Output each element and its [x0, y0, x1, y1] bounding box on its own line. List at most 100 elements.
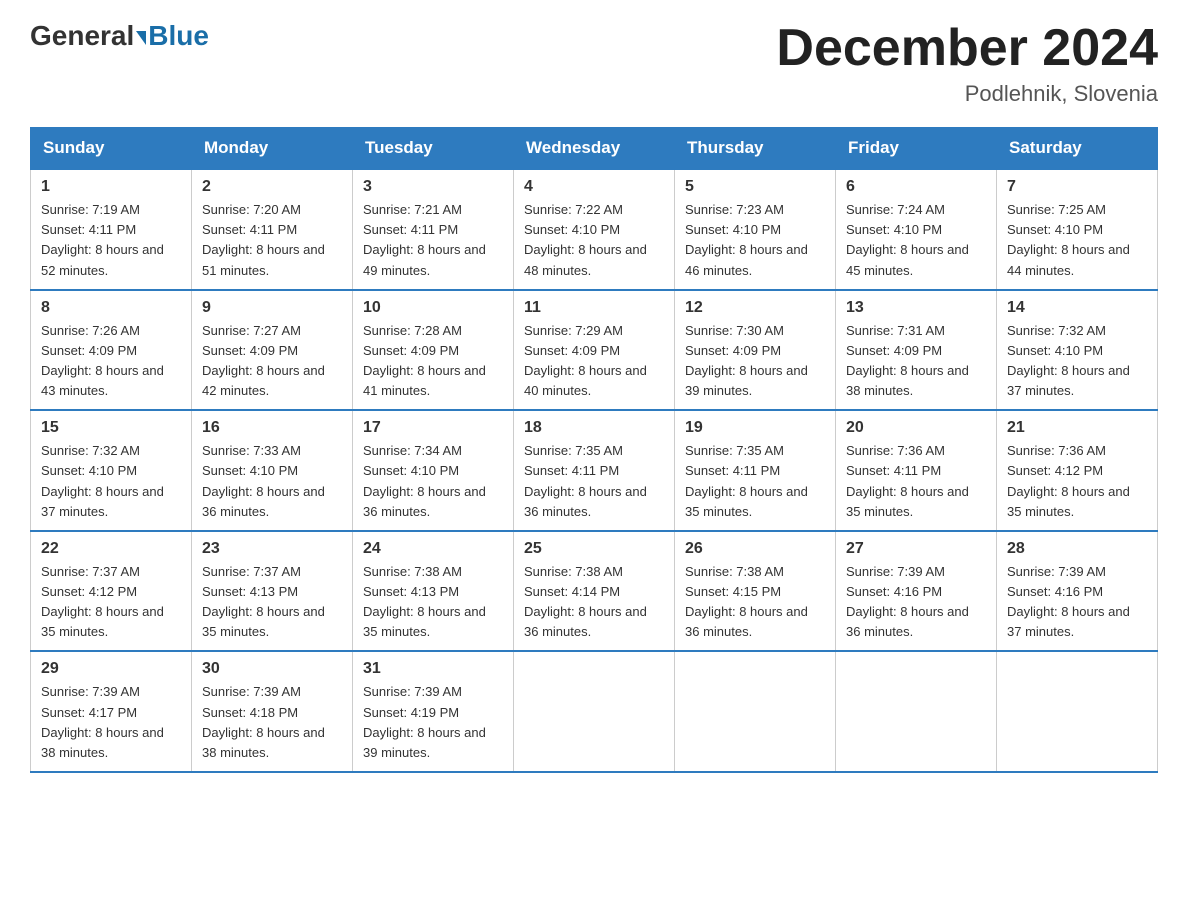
calendar-week-row: 22 Sunrise: 7:37 AM Sunset: 4:12 PM Dayl…: [31, 531, 1158, 652]
table-row: 16 Sunrise: 7:33 AM Sunset: 4:10 PM Dayl…: [192, 410, 353, 531]
table-row: 21 Sunrise: 7:36 AM Sunset: 4:12 PM Dayl…: [997, 410, 1158, 531]
day-info: Sunrise: 7:39 AM Sunset: 4:16 PM Dayligh…: [846, 562, 986, 643]
table-row: 27 Sunrise: 7:39 AM Sunset: 4:16 PM Dayl…: [836, 531, 997, 652]
table-row: 6 Sunrise: 7:24 AM Sunset: 4:10 PM Dayli…: [836, 169, 997, 290]
table-row: 24 Sunrise: 7:38 AM Sunset: 4:13 PM Dayl…: [353, 531, 514, 652]
day-info: Sunrise: 7:21 AM Sunset: 4:11 PM Dayligh…: [363, 200, 503, 281]
day-info: Sunrise: 7:19 AM Sunset: 4:11 PM Dayligh…: [41, 200, 181, 281]
col-wednesday: Wednesday: [514, 128, 675, 170]
logo-blue-text: Blue: [148, 20, 209, 52]
day-number: 3: [363, 178, 503, 196]
day-number: 23: [202, 540, 342, 558]
day-info: Sunrise: 7:36 AM Sunset: 4:12 PM Dayligh…: [1007, 441, 1147, 522]
logo: General Blue: [30, 20, 209, 52]
day-number: 31: [363, 660, 503, 678]
day-info: Sunrise: 7:35 AM Sunset: 4:11 PM Dayligh…: [524, 441, 664, 522]
table-row: 22 Sunrise: 7:37 AM Sunset: 4:12 PM Dayl…: [31, 531, 192, 652]
table-row: 10 Sunrise: 7:28 AM Sunset: 4:09 PM Dayl…: [353, 290, 514, 411]
day-info: Sunrise: 7:32 AM Sunset: 4:10 PM Dayligh…: [41, 441, 181, 522]
day-number: 9: [202, 299, 342, 317]
day-info: Sunrise: 7:37 AM Sunset: 4:12 PM Dayligh…: [41, 562, 181, 643]
table-row: 19 Sunrise: 7:35 AM Sunset: 4:11 PM Dayl…: [675, 410, 836, 531]
table-row: 18 Sunrise: 7:35 AM Sunset: 4:11 PM Dayl…: [514, 410, 675, 531]
table-row: [836, 651, 997, 772]
day-number: 21: [1007, 419, 1147, 437]
table-row: 30 Sunrise: 7:39 AM Sunset: 4:18 PM Dayl…: [192, 651, 353, 772]
day-number: 10: [363, 299, 503, 317]
day-info: Sunrise: 7:28 AM Sunset: 4:09 PM Dayligh…: [363, 321, 503, 402]
day-number: 11: [524, 299, 664, 317]
col-saturday: Saturday: [997, 128, 1158, 170]
col-monday: Monday: [192, 128, 353, 170]
day-number: 28: [1007, 540, 1147, 558]
day-number: 30: [202, 660, 342, 678]
day-number: 12: [685, 299, 825, 317]
col-sunday: Sunday: [31, 128, 192, 170]
day-number: 8: [41, 299, 181, 317]
table-row: 17 Sunrise: 7:34 AM Sunset: 4:10 PM Dayl…: [353, 410, 514, 531]
day-info: Sunrise: 7:39 AM Sunset: 4:16 PM Dayligh…: [1007, 562, 1147, 643]
day-info: Sunrise: 7:20 AM Sunset: 4:11 PM Dayligh…: [202, 200, 342, 281]
table-row: 28 Sunrise: 7:39 AM Sunset: 4:16 PM Dayl…: [997, 531, 1158, 652]
table-row: 2 Sunrise: 7:20 AM Sunset: 4:11 PM Dayli…: [192, 169, 353, 290]
day-number: 15: [41, 419, 181, 437]
day-info: Sunrise: 7:31 AM Sunset: 4:09 PM Dayligh…: [846, 321, 986, 402]
table-row: 1 Sunrise: 7:19 AM Sunset: 4:11 PM Dayli…: [31, 169, 192, 290]
table-row: [675, 651, 836, 772]
day-number: 16: [202, 419, 342, 437]
day-info: Sunrise: 7:39 AM Sunset: 4:19 PM Dayligh…: [363, 682, 503, 763]
title-area: December 2024 Podlehnik, Slovenia: [776, 20, 1158, 107]
day-number: 27: [846, 540, 986, 558]
day-number: 4: [524, 178, 664, 196]
day-info: Sunrise: 7:27 AM Sunset: 4:09 PM Dayligh…: [202, 321, 342, 402]
col-thursday: Thursday: [675, 128, 836, 170]
calendar-week-row: 8 Sunrise: 7:26 AM Sunset: 4:09 PM Dayli…: [31, 290, 1158, 411]
day-info: Sunrise: 7:33 AM Sunset: 4:10 PM Dayligh…: [202, 441, 342, 522]
day-number: 26: [685, 540, 825, 558]
day-info: Sunrise: 7:38 AM Sunset: 4:14 PM Dayligh…: [524, 562, 664, 643]
day-number: 1: [41, 178, 181, 196]
day-info: Sunrise: 7:38 AM Sunset: 4:13 PM Dayligh…: [363, 562, 503, 643]
day-info: Sunrise: 7:23 AM Sunset: 4:10 PM Dayligh…: [685, 200, 825, 281]
page-header: General Blue December 2024 Podlehnik, Sl…: [30, 20, 1158, 107]
calendar-header-row: Sunday Monday Tuesday Wednesday Thursday…: [31, 128, 1158, 170]
col-tuesday: Tuesday: [353, 128, 514, 170]
location-label: Podlehnik, Slovenia: [776, 81, 1158, 107]
day-info: Sunrise: 7:24 AM Sunset: 4:10 PM Dayligh…: [846, 200, 986, 281]
day-info: Sunrise: 7:39 AM Sunset: 4:17 PM Dayligh…: [41, 682, 181, 763]
table-row: 31 Sunrise: 7:39 AM Sunset: 4:19 PM Dayl…: [353, 651, 514, 772]
day-info: Sunrise: 7:34 AM Sunset: 4:10 PM Dayligh…: [363, 441, 503, 522]
day-number: 24: [363, 540, 503, 558]
day-number: 5: [685, 178, 825, 196]
table-row: 26 Sunrise: 7:38 AM Sunset: 4:15 PM Dayl…: [675, 531, 836, 652]
table-row: 3 Sunrise: 7:21 AM Sunset: 4:11 PM Dayli…: [353, 169, 514, 290]
day-info: Sunrise: 7:38 AM Sunset: 4:15 PM Dayligh…: [685, 562, 825, 643]
day-info: Sunrise: 7:32 AM Sunset: 4:10 PM Dayligh…: [1007, 321, 1147, 402]
table-row: 5 Sunrise: 7:23 AM Sunset: 4:10 PM Dayli…: [675, 169, 836, 290]
table-row: 15 Sunrise: 7:32 AM Sunset: 4:10 PM Dayl…: [31, 410, 192, 531]
table-row: 14 Sunrise: 7:32 AM Sunset: 4:10 PM Dayl…: [997, 290, 1158, 411]
day-number: 29: [41, 660, 181, 678]
table-row: 8 Sunrise: 7:26 AM Sunset: 4:09 PM Dayli…: [31, 290, 192, 411]
table-row: 12 Sunrise: 7:30 AM Sunset: 4:09 PM Dayl…: [675, 290, 836, 411]
table-row: 4 Sunrise: 7:22 AM Sunset: 4:10 PM Dayli…: [514, 169, 675, 290]
day-number: 19: [685, 419, 825, 437]
table-row: 23 Sunrise: 7:37 AM Sunset: 4:13 PM Dayl…: [192, 531, 353, 652]
month-title: December 2024: [776, 20, 1158, 77]
day-info: Sunrise: 7:26 AM Sunset: 4:09 PM Dayligh…: [41, 321, 181, 402]
day-number: 14: [1007, 299, 1147, 317]
table-row: 9 Sunrise: 7:27 AM Sunset: 4:09 PM Dayli…: [192, 290, 353, 411]
day-number: 2: [202, 178, 342, 196]
table-row: [514, 651, 675, 772]
day-number: 6: [846, 178, 986, 196]
calendar-table: Sunday Monday Tuesday Wednesday Thursday…: [30, 127, 1158, 773]
day-number: 18: [524, 419, 664, 437]
day-number: 13: [846, 299, 986, 317]
day-info: Sunrise: 7:29 AM Sunset: 4:09 PM Dayligh…: [524, 321, 664, 402]
day-number: 7: [1007, 178, 1147, 196]
day-info: Sunrise: 7:36 AM Sunset: 4:11 PM Dayligh…: [846, 441, 986, 522]
day-info: Sunrise: 7:30 AM Sunset: 4:09 PM Dayligh…: [685, 321, 825, 402]
table-row: 11 Sunrise: 7:29 AM Sunset: 4:09 PM Dayl…: [514, 290, 675, 411]
day-info: Sunrise: 7:25 AM Sunset: 4:10 PM Dayligh…: [1007, 200, 1147, 281]
calendar-week-row: 1 Sunrise: 7:19 AM Sunset: 4:11 PM Dayli…: [31, 169, 1158, 290]
